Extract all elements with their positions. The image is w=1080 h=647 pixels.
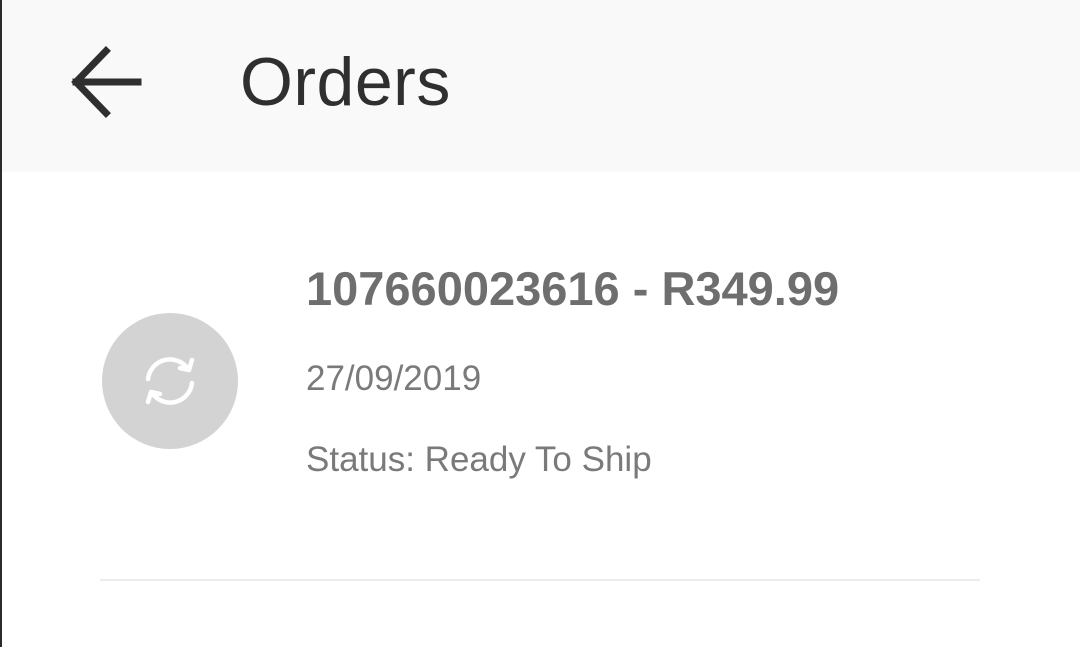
arrow-left-icon [71, 46, 142, 118]
order-number-and-total: 107660023616 - R349.99 [306, 262, 840, 315]
order-status: Status: Ready To Ship [306, 440, 652, 479]
app-header: Orders [2, 0, 1080, 172]
refresh-icon [145, 357, 195, 405]
list-divider [100, 579, 980, 581]
order-list-item[interactable]: 107660023616 - R349.99 27/09/2019 Status… [2, 172, 1080, 582]
page-title: Orders [240, 44, 451, 120]
order-date: 27/09/2019 [306, 359, 482, 398]
back-button[interactable] [60, 40, 152, 124]
order-status-avatar [102, 313, 238, 449]
